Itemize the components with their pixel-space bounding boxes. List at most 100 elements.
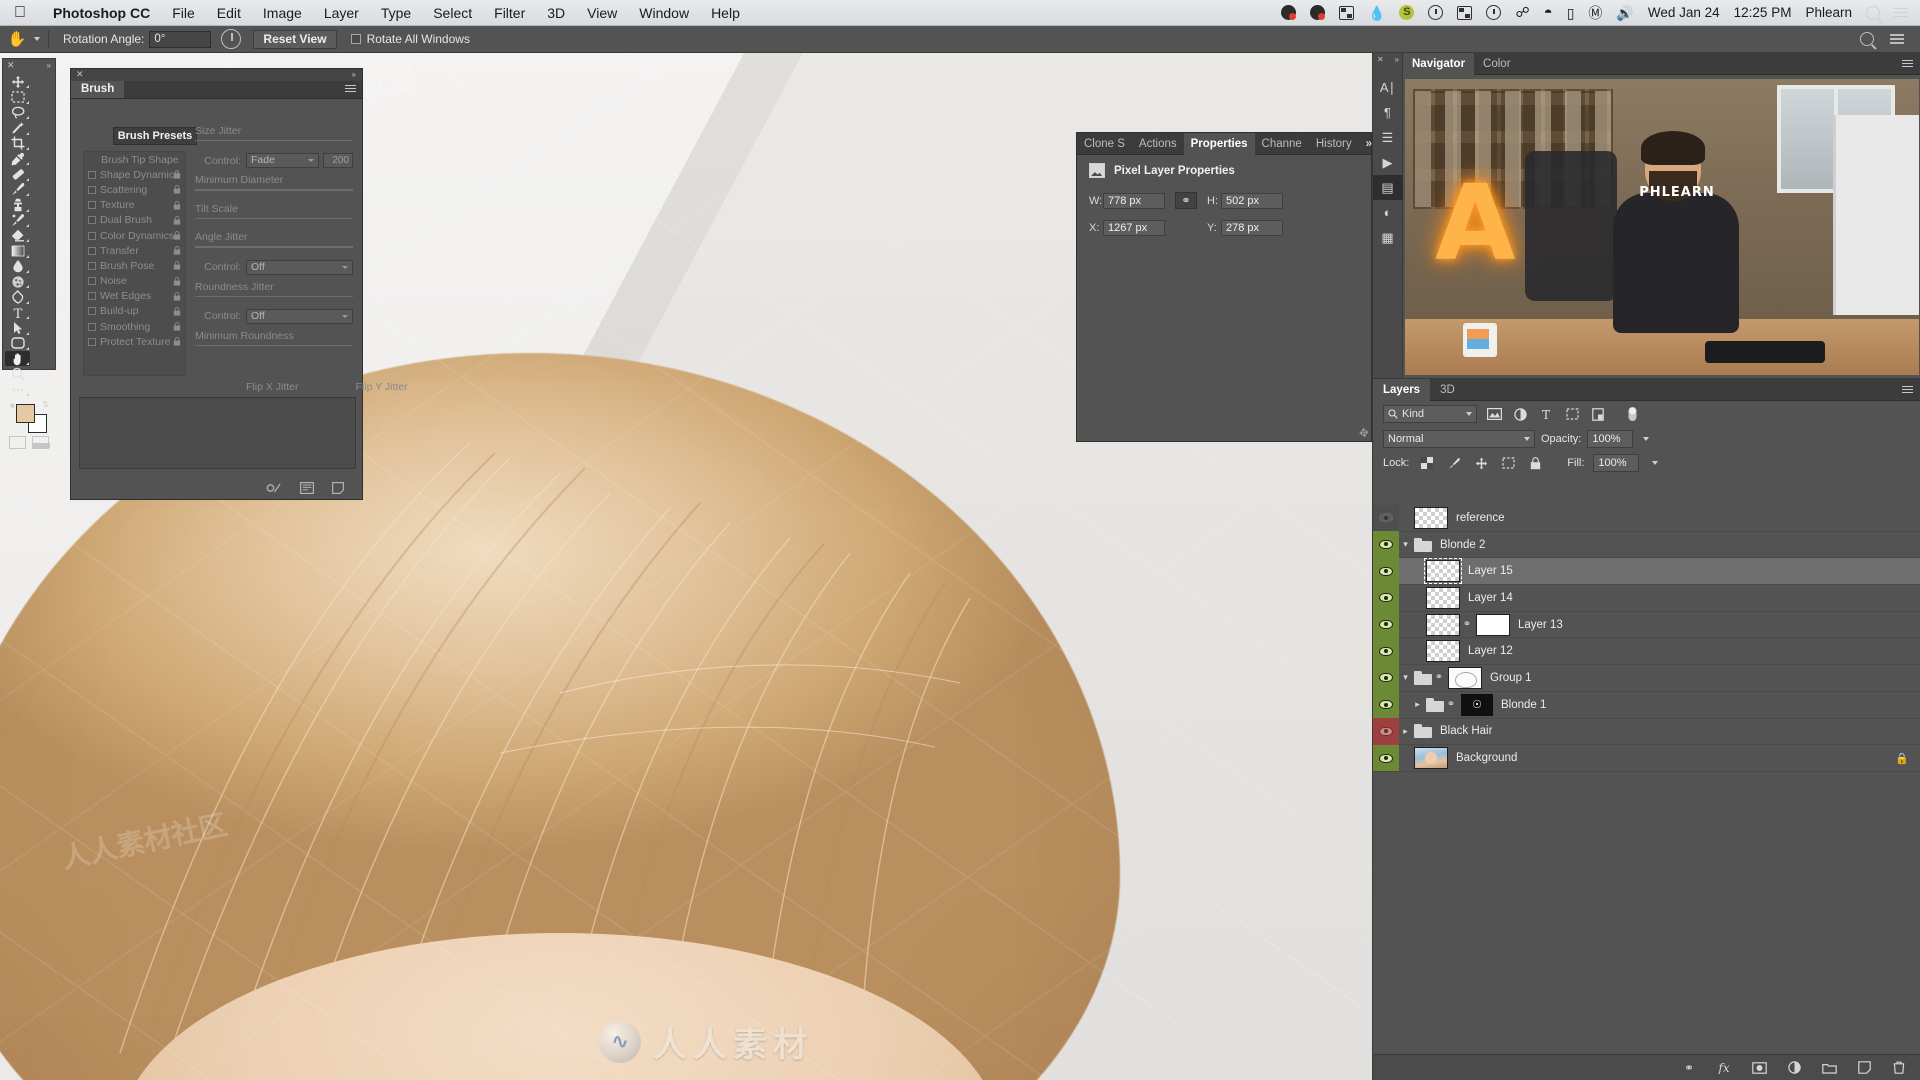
timemachine-icon[interactable] — [1486, 5, 1502, 20]
filter-toggle-icon[interactable] — [1623, 405, 1641, 423]
size-jitter-slider[interactable] — [195, 140, 353, 142]
navigator-preview[interactable]: PHLEARN — [1405, 79, 1919, 375]
lock-icon[interactable] — [173, 231, 181, 240]
brush-option-texture[interactable]: Texture — [84, 198, 185, 213]
layer-thumbnail[interactable] — [1414, 747, 1448, 770]
tab-history[interactable]: History — [1309, 133, 1359, 155]
layer-name[interactable]: reference — [1456, 512, 1505, 524]
crop-tool-icon[interactable] — [5, 136, 30, 151]
adjustments-panel-icon[interactable]: ◐ — [1373, 200, 1403, 225]
layer-visibility-toggle[interactable] — [1373, 584, 1399, 612]
double-chevron-icon[interactable]: » — [47, 61, 51, 70]
menu-3d[interactable]: 3D — [536, 0, 576, 26]
table-row[interactable]: ⚭ Layer 13 — [1373, 611, 1920, 639]
folder-icon[interactable] — [1426, 697, 1444, 712]
adjustment-filter-icon[interactable] — [1511, 405, 1529, 423]
checkbox-icon[interactable] — [88, 292, 96, 301]
checkbox-box[interactable] — [350, 34, 361, 44]
pen-tool-icon[interactable] — [5, 289, 30, 304]
grid-icon[interactable] — [1457, 5, 1473, 20]
brush-option-dual-brush[interactable]: Dual Brush — [84, 213, 185, 228]
tilt-scale-slider[interactable] — [195, 217, 353, 220]
lock-icon[interactable] — [173, 185, 181, 194]
menu-filter[interactable]: Filter — [483, 0, 536, 26]
folder-icon[interactable] — [1414, 670, 1432, 685]
width-input[interactable]: 778 px — [1103, 192, 1165, 209]
type-tool-icon[interactable]: T — [5, 305, 30, 320]
new-group-icon[interactable] — [1821, 1060, 1837, 1076]
brush-tool-icon[interactable] — [5, 182, 30, 197]
paragraph-panel-icon[interactable]: ¶ — [1373, 100, 1403, 125]
clock-icon[interactable] — [1428, 5, 1444, 20]
layer-visibility-toggle[interactable] — [1373, 744, 1399, 772]
checkbox-icon[interactable] — [88, 261, 96, 270]
menu-file[interactable]: File — [161, 0, 206, 26]
tab-layers[interactable]: Layers — [1373, 378, 1431, 401]
chevron-right-icon[interactable]: ▸ — [1411, 699, 1424, 710]
brush-option-protect-texture[interactable]: Protect Texture — [84, 334, 185, 349]
foreground-color-swatch[interactable] — [16, 404, 35, 424]
quick-mask-icon[interactable] — [9, 436, 26, 450]
layer-thumbnail[interactable] — [1426, 640, 1460, 663]
layer-name[interactable]: Blonde 1 — [1501, 699, 1546, 711]
menu-image[interactable]: Image — [252, 0, 313, 26]
new-layer-icon[interactable] — [1856, 1060, 1872, 1076]
blur-tool-icon[interactable] — [5, 259, 30, 274]
fill-chevron-down-icon[interactable] — [1652, 461, 1659, 465]
more-tools-icon[interactable] — [5, 382, 30, 397]
layer-name[interactable]: Blonde 2 — [1440, 539, 1485, 551]
roundness-jitter-control-select[interactable]: Off — [246, 308, 353, 324]
x-input[interactable]: 1267 px — [1103, 219, 1165, 236]
app-name[interactable]: Photoshop CC — [42, 0, 161, 26]
resize-grip-icon[interactable]: ✥ — [1358, 425, 1370, 441]
brush-option-brush-pose[interactable]: Brush Pose — [84, 258, 185, 273]
dodge-tool-icon[interactable] — [5, 274, 30, 289]
table-row[interactable]: Layer 14 — [1373, 584, 1920, 612]
bluetooth-icon[interactable]: ☍ — [1515, 4, 1529, 21]
layer-mask-thumbnail[interactable] — [1476, 613, 1510, 636]
checkbox-icon[interactable] — [88, 185, 96, 194]
fill-input[interactable]: 100% — [1593, 454, 1640, 472]
layer-visibility-toggle[interactable] — [1373, 718, 1399, 745]
rotation-angle-input[interactable]: 0° — [149, 30, 212, 48]
link-mask-icon[interactable]: ⚭ — [1434, 672, 1444, 683]
checkbox-icon[interactable] — [88, 337, 96, 346]
menu-edit[interactable]: Edit — [206, 0, 252, 26]
eyedropper-tool-icon[interactable] — [5, 151, 30, 166]
lock-icon[interactable] — [173, 337, 181, 346]
default-colors-icon[interactable]: ■ — [10, 401, 15, 410]
brush-option-wet-edges[interactable]: Wet Edges — [84, 289, 185, 304]
link-mask-icon[interactable]: ⚭ — [1446, 699, 1456, 710]
marquee-tool-icon[interactable] — [5, 89, 30, 104]
table-row[interactable]: ▸ Black Hair — [1373, 718, 1920, 746]
path-selection-tool-icon[interactable] — [5, 320, 30, 335]
layer-visibility-toggle[interactable] — [1373, 557, 1399, 585]
table-row[interactable]: Layer 12 — [1373, 637, 1920, 666]
minimum-roundness-slider[interactable] — [195, 344, 353, 347]
lock-position-icon[interactable] — [1472, 454, 1490, 472]
menu-window[interactable]: Window — [628, 0, 700, 26]
table-row[interactable]: ▾ ⚭ Group 1 — [1373, 664, 1920, 692]
layer-thumbnail[interactable] — [1424, 558, 1462, 585]
panel-menu-icon[interactable] — [345, 85, 356, 93]
brush-presets-button[interactable]: Brush Presets — [113, 127, 197, 145]
layer-thumbnail[interactable] — [1414, 506, 1448, 529]
layer-visibility-toggle[interactable] — [1373, 505, 1399, 532]
lock-icon[interactable] — [173, 200, 181, 210]
brush-presets-icon[interactable] — [300, 482, 314, 494]
layer-name[interactable]: Layer 14 — [1468, 592, 1513, 604]
link-mask-icon[interactable]: ⚭ — [1462, 619, 1472, 630]
droplet-icon[interactable]: 💧 — [1368, 5, 1385, 21]
opacity-input[interactable]: 100% — [1587, 430, 1634, 448]
double-chevron-icon[interactable]: » — [1395, 55, 1399, 64]
layer-visibility-toggle[interactable] — [1373, 531, 1399, 558]
close-icon[interactable]: ✕ — [1377, 55, 1384, 64]
hand-tool-icon[interactable]: ✋ — [0, 26, 34, 53]
menu-select[interactable]: Select — [422, 0, 483, 26]
chevron-right-icon[interactable]: ▸ — [1399, 726, 1412, 737]
lock-icon[interactable] — [173, 291, 181, 301]
lock-icon[interactable] — [173, 215, 181, 225]
chevron-down-icon[interactable]: ▾ — [1399, 539, 1412, 550]
brush-option-smoothing[interactable]: Smoothing — [84, 319, 185, 334]
styles-panel-icon[interactable]: ▦ — [1373, 225, 1403, 250]
